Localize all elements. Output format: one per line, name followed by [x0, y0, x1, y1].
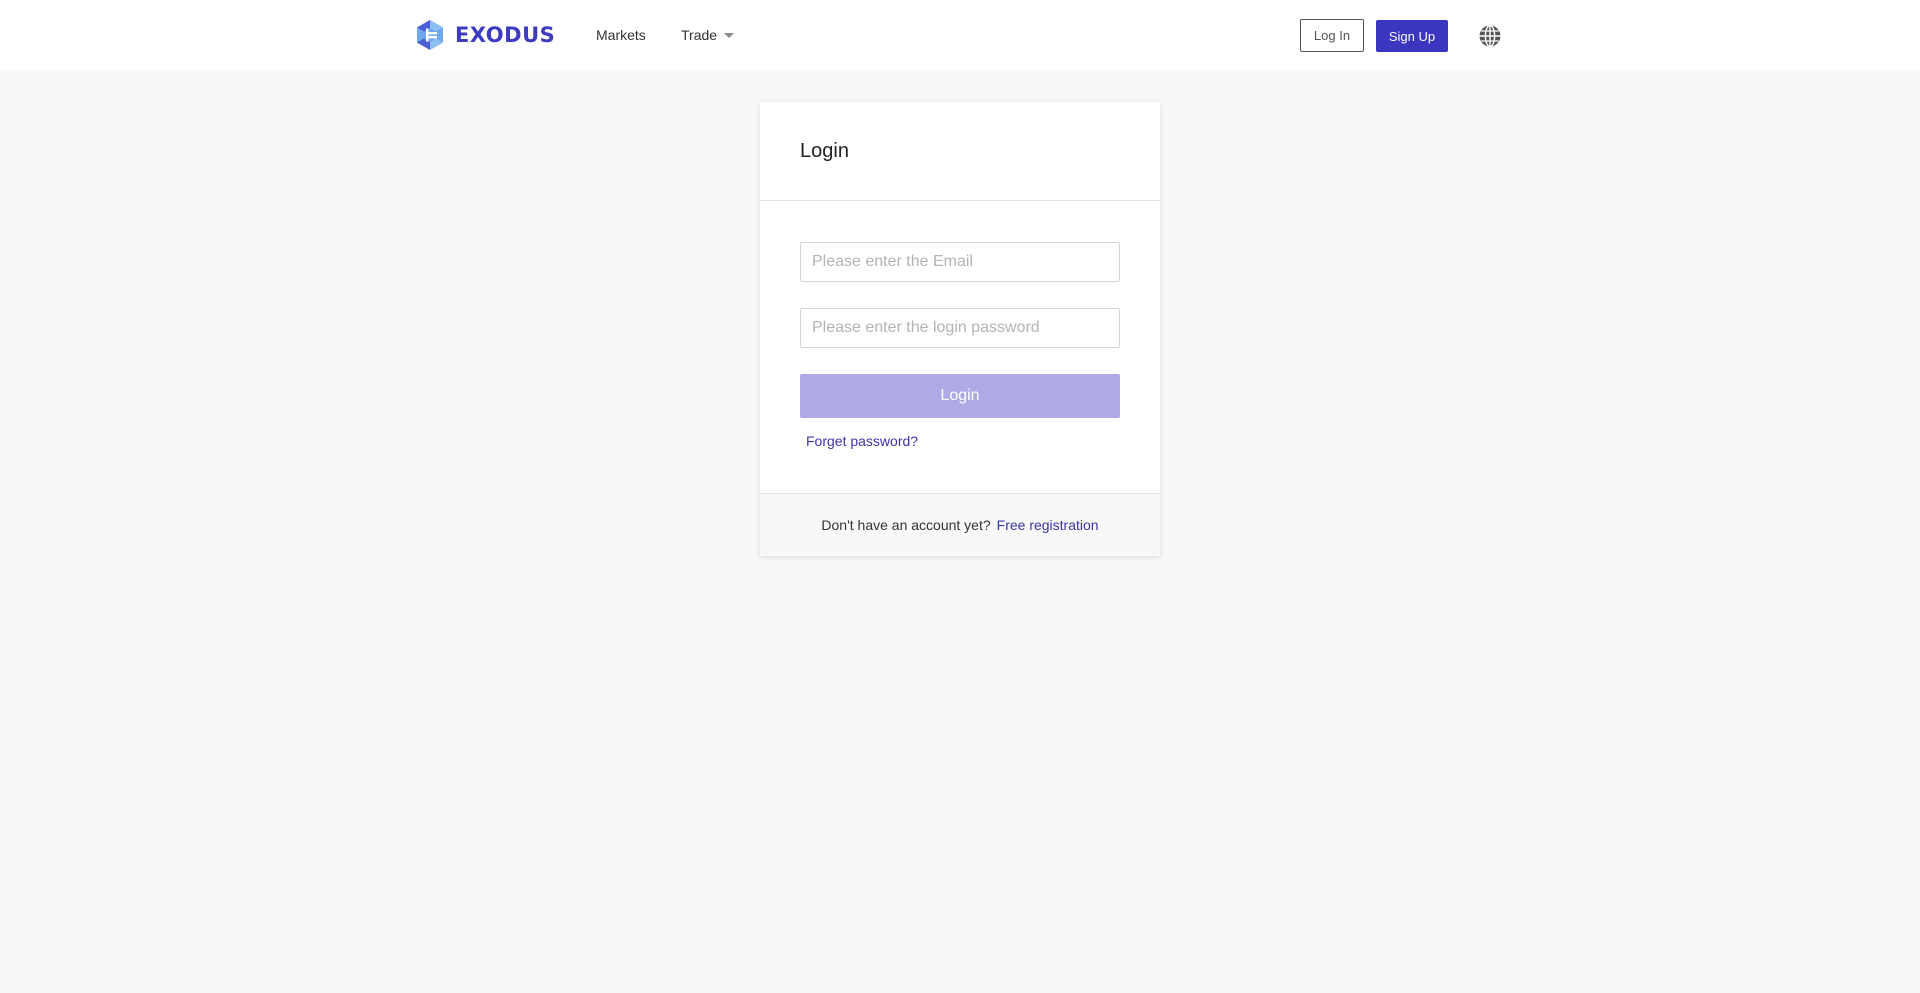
top-navbar: EXODUS Markets Trade Log In Sign Up — [0, 0, 1920, 70]
login-button[interactable]: Log In — [1300, 19, 1364, 52]
nav-markets[interactable]: Markets — [596, 0, 646, 70]
logo-text: EXODUS — [455, 23, 556, 47]
email-input[interactable] — [800, 242, 1120, 282]
login-form: Login Forget password? — [760, 201, 1160, 493]
nav-trade-label: Trade — [681, 27, 718, 43]
nav-markets-label: Markets — [596, 27, 646, 43]
login-submit-button[interactable]: Login — [800, 374, 1120, 418]
signup-button-label: Sign Up — [1388, 28, 1436, 44]
exodus-logo-icon — [417, 20, 443, 50]
forgot-password-link[interactable]: Forget password? — [806, 433, 918, 449]
login-card-footer: Don't have an account yet? Free registra… — [760, 493, 1160, 556]
password-input[interactable] — [800, 308, 1120, 348]
nav-trade-dropdown[interactable]: Trade — [681, 0, 735, 70]
login-card: Login Login Forget password? Don't have … — [760, 102, 1160, 556]
no-account-text: Don't have an account yet? — [821, 517, 991, 533]
site-logo[interactable]: EXODUS — [414, 19, 555, 51]
login-button-label: Log In — [1313, 28, 1351, 43]
caret-down-icon — [724, 32, 735, 38]
signup-button[interactable]: Sign Up — [1376, 20, 1448, 52]
globe-icon[interactable] — [1478, 24, 1502, 48]
login-title: Login — [800, 139, 849, 162]
login-card-header: Login — [760, 102, 1160, 201]
free-registration-link[interactable]: Free registration — [997, 517, 1099, 533]
